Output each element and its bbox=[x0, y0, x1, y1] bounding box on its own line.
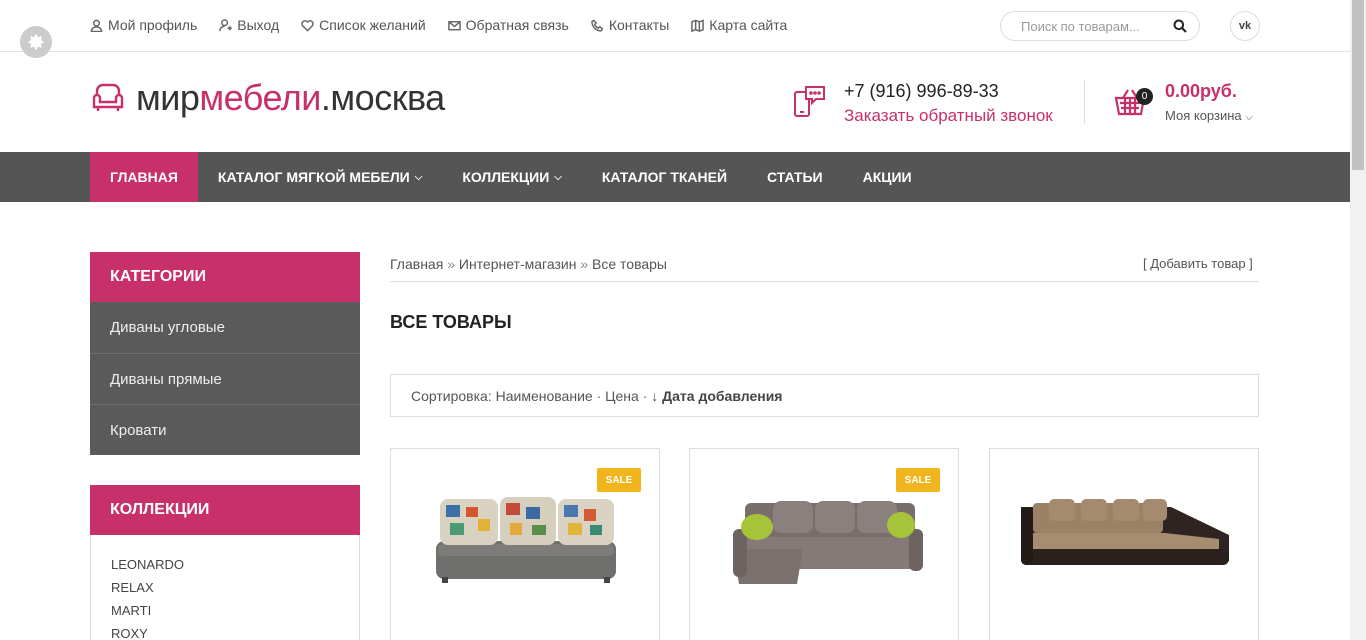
breadcrumb-separator: » bbox=[447, 256, 455, 272]
product-image bbox=[733, 501, 923, 584]
nav-fabrics-label: КАТАЛОГ ТКАНЕЙ bbox=[601, 169, 728, 185]
logout-link[interactable]: Выход bbox=[219, 17, 279, 33]
feedback-link[interactable]: Обратная связь bbox=[447, 17, 569, 33]
product-image bbox=[436, 497, 616, 583]
collections-title: КОЛЛЕКЦИИ bbox=[90, 485, 360, 535]
divider bbox=[390, 281, 1259, 282]
category-straight-sofas[interactable]: Диваны прямые bbox=[90, 353, 360, 404]
sitemap-link[interactable]: Карта сайта bbox=[691, 17, 787, 33]
settings-gear-icon[interactable] bbox=[20, 26, 52, 58]
profile-link[interactable]: Мой профиль bbox=[90, 17, 197, 33]
nav-home-label: ГЛАВНАЯ bbox=[110, 169, 178, 185]
cart-count-badge: 0 bbox=[1136, 88, 1153, 105]
category-beds[interactable]: Кровати bbox=[90, 404, 360, 455]
breadcrumb: Главная » Интернет-магазин » Все товары bbox=[390, 256, 667, 272]
search-icon[interactable] bbox=[1173, 19, 1187, 33]
main-nav: ГЛАВНАЯ КАТАЛОГ МЯГКОЙ МЕБЕЛИ ⌵ КОЛЛЕКЦИИ… bbox=[0, 152, 1350, 202]
collections-block: КОЛЛЕКЦИИ LEONARDO RELAX MARTI ROXY bbox=[90, 485, 360, 640]
nav-promotions[interactable]: АКЦИИ bbox=[843, 152, 932, 202]
nav-catalog[interactable]: КАТАЛОГ МЯГКОЙ МЕБЕЛИ ⌵ bbox=[198, 152, 442, 202]
vk-icon[interactable]: vk bbox=[1230, 11, 1260, 41]
mobile-chat-icon bbox=[794, 86, 825, 117]
sort-by-name[interactable]: Наименование bbox=[496, 388, 593, 404]
product-image bbox=[1021, 499, 1229, 565]
cart-label: Моя корзина bbox=[1165, 108, 1242, 123]
breadcrumb-current: Все товары bbox=[592, 256, 667, 272]
nav-articles[interactable]: СТАТЬИ bbox=[747, 152, 843, 202]
map-icon bbox=[691, 18, 705, 32]
sort-label: Сортировка: bbox=[411, 387, 492, 404]
category-corner-sofas[interactable]: Диваны угловые bbox=[90, 302, 360, 353]
envelope-icon bbox=[447, 20, 461, 30]
nav-catalog-label: КАТАЛОГ МЯГКОЙ МЕБЕЛИ bbox=[217, 169, 410, 185]
logo-text: мирмебели.москва bbox=[136, 80, 445, 116]
phone-icon bbox=[590, 18, 604, 32]
sort-bar: Сортировка: Наименование · Цена · ↓ Дата… bbox=[390, 374, 1259, 417]
scrollbar[interactable] bbox=[1350, 0, 1366, 640]
user-icon bbox=[90, 19, 103, 32]
categories-title: КАТЕГОРИИ bbox=[90, 252, 360, 302]
cart-total[interactable]: 0.00руб. bbox=[1165, 81, 1237, 102]
logout-icon bbox=[219, 18, 233, 31]
product-card[interactable]: SALE bbox=[390, 448, 660, 640]
top-bar: Мой профиль Выход Список желаний Обратна… bbox=[0, 0, 1350, 52]
breadcrumb-home[interactable]: Главная bbox=[390, 256, 443, 272]
nav-articles-label: СТАТЬИ bbox=[767, 169, 823, 185]
logo-part-3: .москва bbox=[320, 77, 445, 118]
wishlist-label: Список желаний bbox=[319, 17, 426, 33]
page-title: ВСЕ ТОВАРЫ bbox=[390, 312, 512, 332]
breadcrumb-separator: » bbox=[580, 256, 589, 272]
categories-block: КАТЕГОРИИ Диваны угловые Диваны прямые К… bbox=[90, 252, 360, 455]
product-card[interactable] bbox=[989, 448, 1259, 640]
feedback-label: Обратная связь bbox=[465, 17, 569, 33]
collection-marti[interactable]: MARTI bbox=[111, 603, 339, 618]
chevron-down-icon: ⌵ bbox=[1245, 112, 1253, 123]
search-box bbox=[1000, 11, 1200, 41]
contacts-label: Контакты bbox=[608, 17, 670, 33]
breadcrumb-shop[interactable]: Интернет-магазин bbox=[459, 256, 577, 272]
search-input[interactable] bbox=[1021, 18, 1173, 34]
sort-arrow-icon: ↓ bbox=[651, 387, 659, 404]
nav-collections-label: КОЛЛЕКЦИИ bbox=[462, 169, 550, 185]
collection-relax[interactable]: RELAX bbox=[111, 580, 339, 595]
site-logo[interactable]: мирмебели.москва bbox=[90, 80, 445, 116]
chevron-down-icon: ⌵ bbox=[554, 171, 562, 183]
profile-label: Мой профиль bbox=[108, 17, 198, 33]
contacts-link[interactable]: Контакты bbox=[590, 17, 670, 33]
scrollbar-thumb[interactable] bbox=[1352, 0, 1364, 170]
sitemap-label: Карта сайта bbox=[709, 17, 788, 33]
phone-number[interactable]: +7 (916) 996-89-33 bbox=[844, 81, 999, 102]
nav-fabrics[interactable]: КАТАЛОГ ТКАНЕЙ bbox=[582, 152, 747, 202]
callback-link[interactable]: Заказать обратный звонок bbox=[844, 106, 1053, 126]
logo-part-1: мир bbox=[136, 77, 200, 118]
product-card[interactable]: SALE bbox=[689, 448, 959, 640]
armchair-logo-icon bbox=[92, 83, 124, 111]
logout-label: Выход bbox=[237, 17, 280, 33]
nav-promotions-label: АКЦИИ bbox=[862, 169, 912, 185]
header-divider bbox=[1084, 80, 1085, 124]
top-links: Мой профиль Выход Список желаний Обратна… bbox=[90, 17, 809, 33]
sort-by-date[interactable]: Дата добавления bbox=[662, 388, 782, 404]
nav-home[interactable]: ГЛАВНАЯ bbox=[90, 152, 198, 202]
wishlist-link[interactable]: Список желаний bbox=[301, 17, 426, 33]
logo-part-2: мебели bbox=[199, 77, 321, 118]
nav-collections[interactable]: КОЛЛЕКЦИИ ⌵ bbox=[442, 152, 582, 202]
collection-roxy[interactable]: ROXY bbox=[111, 626, 339, 640]
cart-dropdown[interactable]: Моя корзина ⌵ bbox=[1165, 108, 1253, 123]
chevron-down-icon: ⌵ bbox=[414, 171, 423, 183]
sort-by-price[interactable]: Цена bbox=[605, 388, 639, 404]
heart-icon bbox=[301, 19, 314, 32]
add-product-link[interactable]: [ Добавить товар ] bbox=[1143, 256, 1253, 271]
collection-leonardo[interactable]: LEONARDO bbox=[111, 557, 339, 572]
